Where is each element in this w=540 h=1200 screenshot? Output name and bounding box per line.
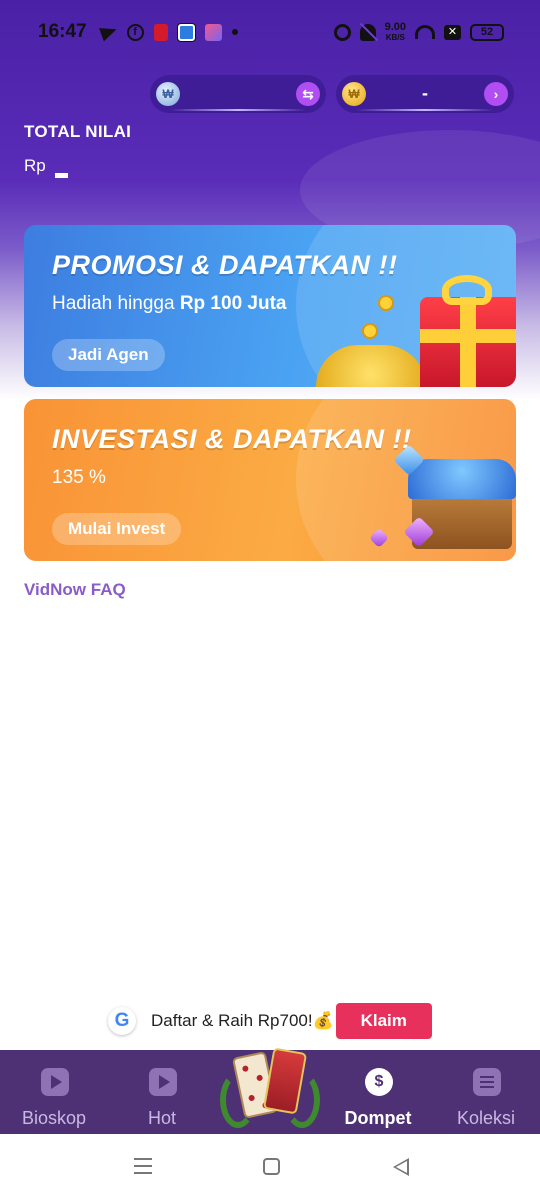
domino-pip (241, 1065, 249, 1073)
nav-item-dompet[interactable]: $ Dompet (328, 1050, 428, 1134)
status-bar: 16:47 f 9.00 KB/S ✕ 52 (0, 0, 540, 64)
total-value-label: TOTAL NILAI (24, 122, 132, 141)
promo-subtitle-prefix: Hadiah hingga (52, 293, 180, 314)
alarm-icon (333, 23, 351, 41)
promo-banner[interactable]: PROMOSI & DAPATKAN !! Hadiah hingga Rp 1… (24, 225, 516, 387)
nav-label-dompet: Dompet (344, 1108, 412, 1128)
nav-label-hot: Hot (147, 1108, 176, 1128)
domino-game-icon[interactable] (220, 1046, 320, 1128)
home-icon[interactable] (263, 1158, 280, 1175)
network-speed: 9.00 KB/S (384, 20, 406, 43)
claim-button[interactable]: Klaim (335, 1003, 432, 1039)
invest-banner[interactable]: INVESTASI & DAPATKAN !! 135 % Mulai Inve… (24, 399, 516, 561)
silver-balance-pill[interactable]: ₩ ⇆ (150, 75, 326, 113)
mute-icon (359, 23, 376, 41)
nav-item-bioskop[interactable]: Bioskop (4, 1050, 104, 1134)
back-icon[interactable] (393, 1158, 409, 1176)
total-value-placeholder (55, 173, 68, 178)
currency-label: Rp (24, 156, 46, 175)
pill-shine (356, 109, 494, 111)
faq-link[interactable]: VidNow FAQ (24, 580, 126, 600)
network-speed-value: 9.00 (384, 20, 406, 33)
gold-balance-pill[interactable]: ₩ - › (336, 75, 514, 113)
invest-title: INVESTASI & DAPATKAN !! (52, 424, 412, 454)
gift-ribbon (420, 329, 516, 343)
domino-pip (248, 1094, 256, 1102)
video-icon (149, 1068, 177, 1096)
system-navigation-bar (0, 1134, 540, 1200)
gift-bow-icon (442, 275, 492, 305)
sim-off-icon: ✕ (444, 24, 461, 40)
promo-title: PROMOSI & DAPATKAN !! (52, 250, 398, 280)
facebook-icon: f (126, 23, 144, 41)
gold-coin-icon: ₩ (342, 82, 366, 106)
wifi-icon (415, 25, 435, 39)
silver-coin-icon: ₩ (156, 82, 180, 106)
play-icon (41, 1068, 69, 1096)
status-time: 16:47 (38, 21, 87, 42)
nav-label-bioskop: Bioskop (21, 1108, 87, 1128)
gold-balance-value: - (422, 83, 428, 103)
browser-icon (177, 23, 195, 41)
app-icon (204, 23, 222, 41)
battery-level: 52 (480, 25, 494, 38)
telegram-icon (98, 22, 119, 42)
nav-item-koleksi[interactable]: Koleksi (436, 1050, 536, 1134)
treasure-gems-illustration (408, 459, 516, 499)
signup-promo-text: Daftar & Raih Rp700!💰 (151, 1011, 334, 1030)
notification-icon (153, 23, 168, 41)
pill-shine (170, 109, 306, 111)
battery-icon: 52 (470, 23, 504, 41)
become-agent-button[interactable]: Jadi Agen (52, 339, 165, 371)
nav-label-koleksi: Koleksi (456, 1108, 516, 1128)
chevron-right-icon[interactable]: › (484, 82, 508, 106)
promo-subtitle: Hadiah hingga Rp 100 Juta (52, 293, 286, 315)
network-speed-unit: KB/S (385, 32, 405, 42)
gold-coin-icon (378, 295, 394, 311)
start-invest-button[interactable]: Mulai Invest (52, 513, 182, 545)
invest-rate: 135 % (52, 467, 106, 488)
dollar-icon: $ (365, 1068, 393, 1096)
swap-icon[interactable]: ⇆ (296, 82, 320, 106)
google-icon: G (108, 1007, 136, 1035)
gold-coin-icon (362, 323, 378, 339)
recent-apps-icon[interactable] (134, 1158, 152, 1160)
domino-pip (256, 1074, 264, 1082)
collection-icon (473, 1068, 501, 1096)
dot-icon (231, 29, 238, 35)
nav-item-hot[interactable]: Hot (112, 1050, 212, 1134)
promo-subtitle-amount: Rp 100 Juta (179, 293, 287, 314)
signup-promo-bar: G Daftar & Raih Rp700!💰 Klaim (108, 1003, 432, 1039)
